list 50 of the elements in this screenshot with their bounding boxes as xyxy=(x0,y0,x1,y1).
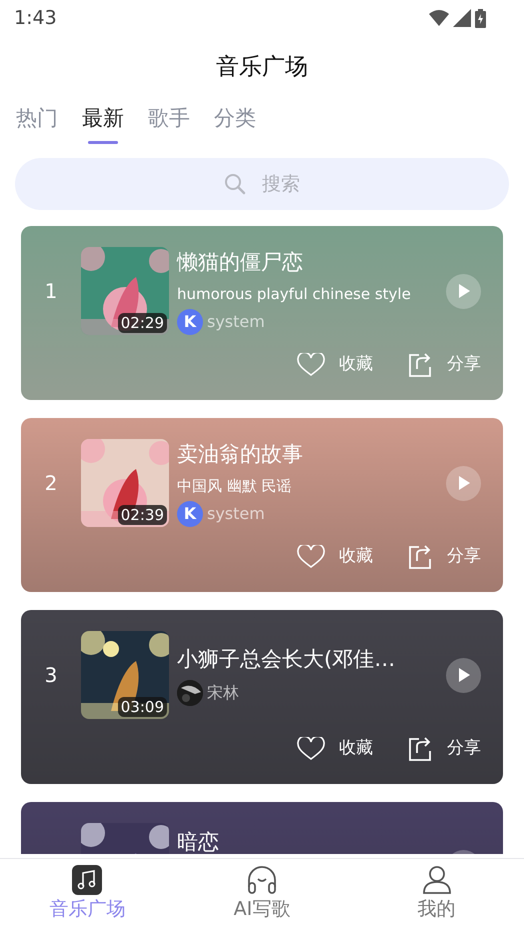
tab[interactable]: 最新 xyxy=(82,102,124,144)
share-button[interactable]: 分享 xyxy=(407,352,481,378)
share-button[interactable]: 分享 xyxy=(407,736,481,762)
avatar-logo: K xyxy=(177,501,203,527)
battery-icon xyxy=(475,8,486,28)
status-time: 1:43 xyxy=(14,6,57,31)
share-icon xyxy=(407,352,433,378)
duration-label: 02:29 xyxy=(118,313,167,333)
favorite-button[interactable]: 收藏 xyxy=(297,736,373,762)
author-name: 宋林 xyxy=(207,682,239,704)
tab[interactable]: 歌手 xyxy=(148,102,190,144)
duration-label: 03:09 xyxy=(118,697,167,717)
search-field[interactable]: 搜索 xyxy=(15,158,509,210)
tab[interactable]: 热门 xyxy=(16,102,58,144)
share-icon xyxy=(407,544,433,570)
play-icon xyxy=(456,667,470,683)
music-note-icon xyxy=(72,865,102,895)
share-button[interactable]: 分享 xyxy=(407,544,481,570)
play-icon xyxy=(456,283,470,299)
duration-label: 02:39 xyxy=(118,505,167,525)
song-tags: 中国风 幽默 民谣 xyxy=(177,474,292,497)
song-title: 懒猫的僵尸恋 xyxy=(177,249,303,276)
tab[interactable]: 分类 xyxy=(214,102,256,144)
share-icon xyxy=(407,736,433,762)
headphones-icon xyxy=(246,865,278,895)
song-tags: humorous playful chinese style xyxy=(177,282,411,305)
user-icon xyxy=(422,865,452,895)
heart-icon xyxy=(297,737,325,761)
favorite-button[interactable]: 收藏 xyxy=(297,352,373,378)
heart-icon xyxy=(297,545,325,569)
heart-icon xyxy=(297,353,325,377)
search-icon xyxy=(224,173,246,195)
song-title: 暗恋 xyxy=(177,829,219,854)
song-title: 小狮子总会长大(邓佳… xyxy=(177,646,396,674)
avatar-logo: K xyxy=(177,309,203,335)
wifi-icon xyxy=(429,10,449,26)
nav-tab[interactable]: 我的 xyxy=(350,859,524,932)
favorite-button[interactable]: 收藏 xyxy=(297,544,373,570)
song-title: 卖油翁的故事 xyxy=(177,441,303,468)
play-button[interactable] xyxy=(446,658,481,692)
nav-tab[interactable]: AI写歌 xyxy=(174,859,349,932)
play-icon xyxy=(456,475,470,491)
rank-number: 3 xyxy=(44,663,58,687)
author-name: system xyxy=(207,311,265,333)
rank-number: 2 xyxy=(44,471,58,495)
nav-tab[interactable]: 音乐广场 xyxy=(0,859,174,932)
rank-number: 1 xyxy=(44,279,58,303)
page-title: 音乐广场 xyxy=(216,54,308,80)
signal-icon xyxy=(453,9,471,27)
author-name: system xyxy=(207,503,265,525)
